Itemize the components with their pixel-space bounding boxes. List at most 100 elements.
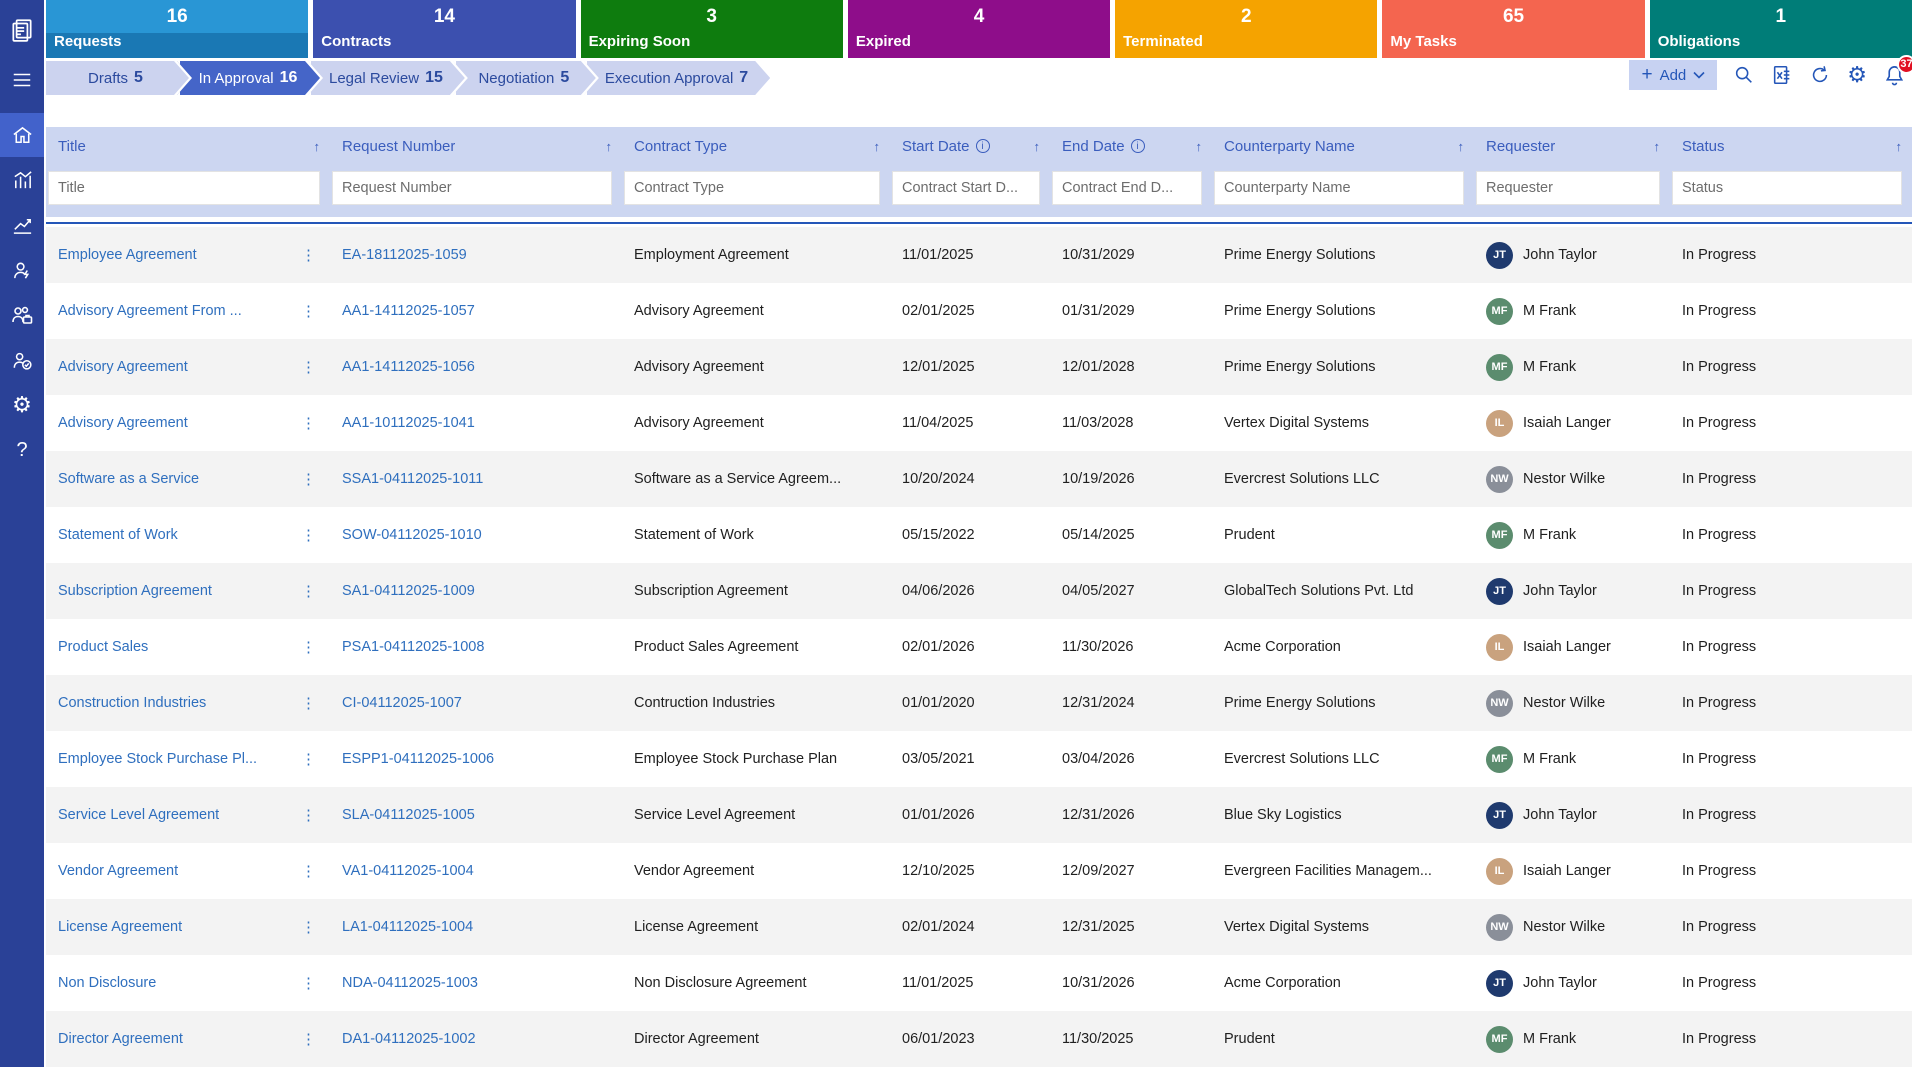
sort-arrow-icon[interactable]: ↑ (1458, 139, 1465, 154)
settings-icon[interactable]: ⚙ (0, 383, 44, 427)
filter-input-contract-type[interactable] (624, 171, 880, 205)
filter-input-status[interactable] (1672, 171, 1902, 205)
row-actions-icon[interactable]: ⋮ (297, 582, 320, 600)
column-header-title[interactable]: Title ↑ (46, 127, 330, 165)
stage-legal-review[interactable]: Legal Review 15 (308, 61, 465, 95)
row-title-link[interactable]: License Agreement (58, 919, 182, 935)
row-title-link[interactable]: Employee Stock Purchase Pl... (58, 751, 257, 767)
excel-export-icon[interactable] (1771, 64, 1793, 86)
sort-arrow-icon[interactable]: ↑ (1034, 139, 1041, 154)
filter-input-end-date[interactable] (1052, 171, 1202, 205)
row-actions-icon[interactable]: ⋮ (297, 470, 320, 488)
column-header-requester[interactable]: Requester ↑ (1474, 127, 1670, 165)
kpi-card-my-tasks[interactable]: 65 My Tasks (1382, 0, 1645, 58)
row-title-link[interactable]: Software as a Service (58, 471, 199, 487)
row-actions-icon[interactable]: ⋮ (297, 1030, 320, 1048)
row-actions-icon[interactable]: ⋮ (297, 974, 320, 992)
help-icon[interactable]: ? (0, 428, 44, 472)
sort-arrow-icon[interactable]: ↑ (1896, 139, 1903, 154)
sort-arrow-icon[interactable]: ↑ (314, 139, 321, 154)
row-actions-icon[interactable]: ⋮ (297, 638, 320, 656)
column-header-counterparty-name[interactable]: Counterparty Name ↑ (1212, 127, 1474, 165)
row-title-link[interactable]: Vendor Agreement (58, 863, 178, 879)
column-header-request-number[interactable]: Request Number ↑ (330, 127, 622, 165)
row-requester-name: Isaiah Langer (1523, 415, 1611, 431)
row-actions-icon[interactable]: ⋮ (297, 694, 320, 712)
row-actions-icon[interactable]: ⋮ (297, 358, 320, 376)
column-header-status[interactable]: Status ↑ (1670, 127, 1912, 165)
row-title-link[interactable]: Non Disclosure (58, 975, 156, 991)
row-title-link[interactable]: Director Agreement (58, 1031, 183, 1047)
row-request-number-link[interactable]: CI-04112025-1007 (342, 695, 462, 711)
row-request-number-link[interactable]: SA1-04112025-1009 (342, 583, 475, 599)
row-request-number-link[interactable]: AA1-14112025-1057 (342, 303, 475, 319)
row-actions-icon[interactable]: ⋮ (297, 526, 320, 544)
column-header-end-date[interactable]: End Date i ↑ (1050, 127, 1212, 165)
kpi-card-contracts[interactable]: 14 Contracts (313, 0, 576, 58)
team-briefcase-icon[interactable] (0, 293, 44, 337)
row-title-link[interactable]: Subscription Agreement (58, 583, 212, 599)
filter-input-title[interactable] (48, 171, 320, 205)
kpi-card-terminated[interactable]: 2 Terminated (1115, 0, 1378, 58)
filter-input-start-date[interactable] (892, 171, 1040, 205)
row-request-number-link[interactable]: SLA-04112025-1005 (342, 807, 475, 823)
row-actions-icon[interactable]: ⋮ (297, 750, 320, 768)
stage-execution-approval[interactable]: Execution Approval 7 (584, 61, 770, 95)
menu-icon[interactable] (0, 58, 44, 102)
row-title-link[interactable]: Advisory Agreement (58, 415, 188, 431)
sort-arrow-icon[interactable]: ↑ (1196, 139, 1203, 154)
row-request-number-link[interactable]: VA1-04112025-1004 (342, 863, 474, 879)
column-header-contract-type[interactable]: Contract Type ↑ (622, 127, 890, 165)
row-request-number-link[interactable]: PSA1-04112025-1008 (342, 639, 484, 655)
row-title-link[interactable]: Statement of Work (58, 527, 178, 543)
notifications-icon[interactable]: 37 (1883, 54, 1912, 87)
row-request-number-link[interactable]: SSA1-04112025-1011 (342, 471, 483, 487)
row-request-number-link[interactable]: LA1-04112025-1004 (342, 919, 473, 935)
row-actions-icon[interactable]: ⋮ (297, 918, 320, 936)
row-actions-icon[interactable]: ⋮ (297, 302, 320, 320)
line-chart-icon[interactable] (0, 203, 44, 247)
row-title-link[interactable]: Product Sales (58, 639, 148, 655)
row-title-link[interactable]: Advisory Agreement From ... (58, 303, 242, 319)
row-request-number-link[interactable]: AA1-10112025-1041 (342, 415, 475, 431)
column-label: Contract Type (634, 137, 728, 155)
kpi-card-obligations[interactable]: 1 Obligations (1649, 0, 1912, 58)
search-icon[interactable] (1733, 64, 1755, 86)
stage-in-approval[interactable]: In Approval 16 (177, 61, 320, 95)
sort-arrow-icon[interactable]: ↑ (874, 139, 881, 154)
filter-input-counterparty-name[interactable] (1214, 171, 1464, 205)
team-sync-icon[interactable] (0, 338, 44, 382)
filter-input-requester[interactable] (1476, 171, 1660, 205)
stage-negotiation[interactable]: Negotiation 5 (453, 61, 596, 95)
row-request-number-link[interactable]: EA-18112025-1059 (342, 247, 467, 263)
row-title-link[interactable]: Service Level Agreement (58, 807, 219, 823)
kpi-card-requests[interactable]: 16 Requests (46, 0, 309, 58)
row-title-link[interactable]: Construction Industries (58, 695, 206, 711)
row-title-link[interactable]: Advisory Agreement (58, 359, 188, 375)
info-icon[interactable]: i (1130, 139, 1145, 153)
row-actions-icon[interactable]: ⋮ (297, 862, 320, 880)
info-icon[interactable]: i (975, 139, 990, 153)
row-request-number-link[interactable]: ESPP1-04112025-1006 (342, 751, 494, 767)
row-request-number-link[interactable]: AA1-14112025-1056 (342, 359, 475, 375)
settings-icon[interactable]: ⚙ (1847, 62, 1867, 88)
row-request-number-link[interactable]: NDA-04112025-1003 (342, 975, 478, 991)
add-button[interactable]: + Add (1629, 60, 1718, 90)
refresh-icon[interactable] (1809, 64, 1831, 86)
filter-input-request-number[interactable] (332, 171, 612, 205)
row-actions-icon[interactable]: ⋮ (297, 414, 320, 432)
column-header-start-date[interactable]: Start Date i ↑ (890, 127, 1050, 165)
row-actions-icon[interactable]: ⋮ (297, 806, 320, 824)
sort-arrow-icon[interactable]: ↑ (606, 139, 613, 154)
kpi-card-expired[interactable]: 4 Expired (847, 0, 1111, 58)
stage-drafts[interactable]: Drafts 5 (46, 61, 189, 95)
bar-chart-icon[interactable] (0, 158, 44, 202)
sort-arrow-icon[interactable]: ↑ (1654, 139, 1661, 154)
row-actions-icon[interactable]: ⋮ (297, 246, 320, 264)
kpi-card-expiring-soon[interactable]: 3 Expiring Soon (580, 0, 843, 58)
row-request-number-link[interactable]: SOW-04112025-1010 (342, 527, 482, 543)
home-icon[interactable] (0, 113, 44, 157)
row-title-link[interactable]: Employee Agreement (58, 247, 197, 263)
user-actions-icon[interactable] (0, 248, 44, 292)
row-request-number-link[interactable]: DA1-04112025-1002 (342, 1031, 476, 1047)
